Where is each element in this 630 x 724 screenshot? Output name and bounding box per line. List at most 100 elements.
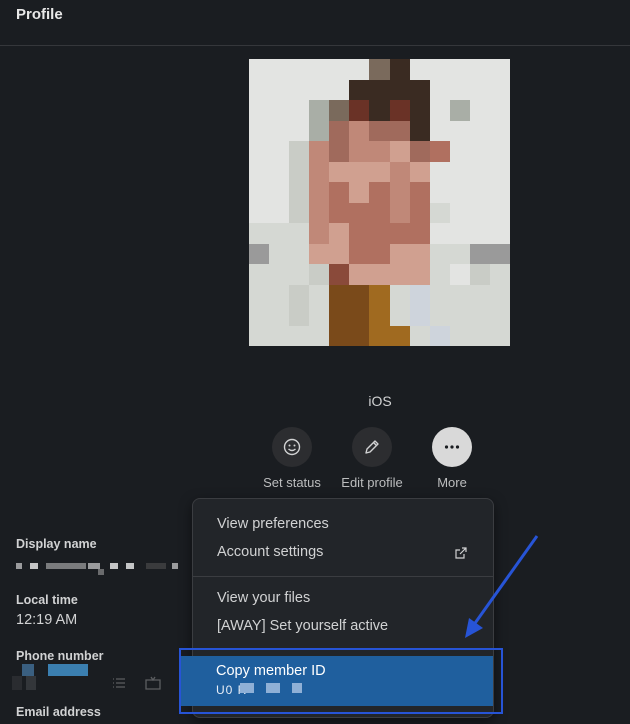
avatar-pixel (309, 182, 330, 203)
avatar-pixel (429, 59, 450, 80)
avatar-pixel (249, 100, 270, 121)
avatar-pixel (469, 202, 490, 223)
avatar-pixel (489, 202, 510, 223)
avatar-pixel (469, 284, 490, 305)
avatar-pixel (309, 120, 330, 141)
avatar-pixel (349, 79, 370, 100)
page-title: Profile (16, 6, 63, 23)
edit-profile-button[interactable]: Edit profile (332, 427, 412, 490)
avatar-pixel (369, 223, 390, 244)
avatar-pixel (469, 243, 490, 264)
avatar-pixel (409, 325, 430, 346)
avatar-pixel (389, 202, 410, 223)
profile-photo[interactable] (249, 59, 510, 346)
avatar-pixel (309, 161, 330, 182)
avatar-pixel (429, 141, 450, 162)
avatar-pixel (409, 284, 430, 305)
avatar-pixel (389, 141, 410, 162)
avatar-pixel (469, 264, 490, 285)
avatar-pixel (429, 182, 450, 203)
avatar-pixel (429, 325, 450, 346)
avatar-pixel (249, 223, 270, 244)
pencil-icon (365, 440, 379, 454)
avatar-pixel (469, 79, 490, 100)
avatar-pixel (269, 284, 290, 305)
avatar-pixel (489, 284, 510, 305)
avatar-pixel (329, 120, 350, 141)
avatar-pixel (349, 243, 370, 264)
local-time-label: Local time (16, 593, 78, 607)
avatar-pixel (269, 161, 290, 182)
menu-item-view-preferences[interactable]: View preferences (217, 516, 329, 532)
avatar-pixel (309, 59, 330, 80)
avatar-pixel (489, 79, 510, 100)
avatar-pixel (449, 284, 470, 305)
annotation-highlight-box (179, 648, 503, 714)
avatar-pixel (329, 305, 350, 326)
avatar-pixel (389, 182, 410, 203)
avatar-pixel (269, 79, 290, 100)
avatar-pixel (429, 79, 450, 100)
avatar-pixel (489, 325, 510, 346)
phone-number-value-redacted (12, 664, 92, 692)
avatar-pixel (369, 141, 390, 162)
avatar-pixel (249, 79, 270, 100)
avatar-pixel (269, 182, 290, 203)
avatar-pixel (489, 161, 510, 182)
avatar-pixel (469, 120, 490, 141)
call-icon (145, 676, 161, 690)
avatar-pixel (449, 305, 470, 326)
email-address-label: Email address (16, 705, 101, 719)
avatar-pixel (489, 223, 510, 244)
menu-item-account-settings[interactable]: Account settings (217, 544, 323, 560)
set-status-button[interactable]: Set status (252, 427, 332, 490)
avatar-pixel (469, 59, 490, 80)
avatar-pixel (349, 161, 370, 182)
avatar-pixel (469, 182, 490, 203)
avatar-pixel (269, 202, 290, 223)
more-button[interactable]: More (412, 427, 492, 490)
avatar-pixel (469, 100, 490, 121)
avatar-pixel (409, 141, 430, 162)
avatar-pixel (249, 59, 270, 80)
more-icon (444, 445, 460, 449)
menu-divider (193, 576, 493, 577)
avatar-pixel (289, 161, 310, 182)
avatar-pixel (269, 325, 290, 346)
avatar-pixel (249, 305, 270, 326)
avatar-pixel (469, 161, 490, 182)
avatar-pixel (289, 100, 310, 121)
avatar-pixel (309, 305, 330, 326)
avatar-pixel (449, 161, 470, 182)
menu-item-view-files[interactable]: View your files (217, 590, 310, 606)
avatar-pixel (369, 79, 390, 100)
avatar-pixel (349, 305, 370, 326)
display-name-label: Display name (16, 537, 97, 551)
avatar-pixel (289, 182, 310, 203)
avatar-pixel (449, 79, 470, 100)
avatar-pixel (269, 264, 290, 285)
avatar-pixel (449, 59, 470, 80)
avatar-pixel (249, 325, 270, 346)
avatar-pixel (389, 120, 410, 141)
avatar-pixel (249, 161, 270, 182)
avatar-pixel (429, 243, 450, 264)
avatar-pixel (309, 202, 330, 223)
avatar-pixel (489, 182, 510, 203)
avatar-pixel (429, 264, 450, 285)
avatar-pixel (289, 305, 310, 326)
avatar-pixel (389, 325, 410, 346)
avatar-pixel (309, 223, 330, 244)
smile-icon (283, 438, 301, 456)
avatar-pixel (429, 223, 450, 244)
display-name-value-redacted (16, 559, 188, 575)
avatar-pixel (389, 59, 410, 80)
avatar-pixel (289, 120, 310, 141)
avatar-pixel (309, 284, 330, 305)
avatar-pixel (349, 284, 370, 305)
avatar-pixel (489, 243, 510, 264)
menu-item-set-active[interactable]: [AWAY] Set yourself active (217, 618, 388, 634)
avatar-pixel (329, 325, 350, 346)
avatar-pixel (329, 284, 350, 305)
avatar-pixel (449, 264, 470, 285)
